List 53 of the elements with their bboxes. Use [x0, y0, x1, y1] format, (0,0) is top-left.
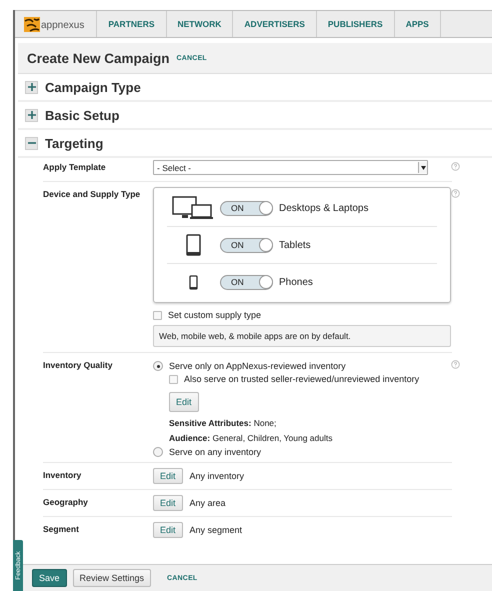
monitor-and-laptop-icon: [172, 196, 214, 220]
toggle-switch[interactable]: ON: [220, 274, 273, 290]
checkbox-label: Set custom supply type: [168, 310, 262, 320]
value-text: Any segment: [190, 525, 242, 535]
tablet-icon: [186, 234, 200, 256]
expand-toggle-icon[interactable]: [25, 108, 38, 122]
help-icon[interactable]: [451, 162, 460, 171]
checkbox-label: Also serve on trusted seller-reviewed/unreviewed inventory: [184, 374, 420, 384]
field-label: Inventory: [43, 469, 82, 482]
nav-tab[interactable]: NETWORK: [166, 11, 234, 37]
value-text: Any area: [190, 498, 226, 508]
toggle-switch[interactable]: ON: [220, 200, 273, 216]
section-title[interactable]: Targeting: [45, 136, 104, 150]
template-select[interactable]: - Select -: [153, 160, 428, 175]
help-icon[interactable]: [451, 360, 460, 369]
toggle-switch[interactable]: ON: [220, 238, 273, 252]
edit-button[interactable]: Edit: [169, 392, 199, 412]
detail-text: Audience: General, Children, Young adults: [169, 433, 334, 443]
save-button[interactable]: Save: [32, 569, 67, 587]
nav-tab[interactable]: PARTNERS: [97, 11, 166, 37]
radio-label: Serve on any inventory: [169, 447, 262, 457]
detail-text: Sensitive Attributes: None;: [169, 418, 278, 428]
nav-tab[interactable]: PUBLISHERS: [316, 11, 395, 37]
section-title[interactable]: Basic Setup: [45, 108, 120, 122]
device-label: Phones: [279, 276, 313, 288]
edit-button[interactable]: Edit: [153, 468, 183, 484]
field-label: Geography: [43, 496, 89, 509]
phone-icon: [188, 274, 198, 290]
field-label: Segment: [43, 523, 80, 536]
help-icon[interactable]: [451, 189, 460, 198]
radio-button[interactable]: [153, 447, 163, 457]
section-title[interactable]: Campaign Type: [45, 80, 141, 94]
value-text: Any inventory: [190, 471, 244, 481]
dropdown-arrow-icon[interactable]: [420, 166, 426, 170]
device-label: Tablets: [279, 240, 311, 250]
radio-label: Serve only on AppNexus-reviewed inventory: [169, 361, 346, 371]
expand-toggle-icon[interactable]: [25, 80, 38, 94]
nav-tab[interactable]: ADVERTISERS: [233, 11, 317, 37]
logo-text: appnexus: [41, 20, 84, 31]
edit-button[interactable]: Edit: [153, 495, 183, 511]
radio-button[interactable]: [153, 361, 163, 371]
page-title: Create New Campaign: [27, 50, 170, 66]
field-label: Inventory Quality: [43, 359, 114, 372]
edit-button[interactable]: Edit: [153, 522, 183, 538]
nav-tab[interactable]: APPS: [394, 11, 441, 37]
field-label: Apply Template: [43, 161, 107, 174]
field-label: Device and Supply Type: [43, 188, 142, 201]
logo-icon: [24, 16, 40, 32]
checkbox[interactable]: [153, 310, 162, 320]
info-note: Web, mobile web, & mobile apps are on by default.: [153, 325, 451, 347]
device-label: Desktops & Laptops: [279, 202, 368, 214]
checkbox[interactable]: [169, 374, 178, 384]
review-settings-button[interactable]: Review Settings: [72, 569, 152, 587]
